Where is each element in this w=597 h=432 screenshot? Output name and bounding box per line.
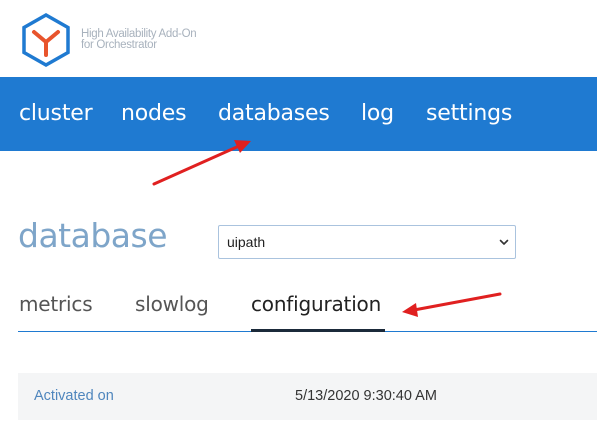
nav-item-databases[interactable]: databases: [218, 77, 330, 151]
brand-name: High Availability Add-On for Orchestrato…: [81, 28, 197, 51]
brand-logo: [18, 12, 74, 68]
nav-item-nodes[interactable]: nodes: [121, 77, 187, 151]
tab-slowlog[interactable]: slowlog: [135, 292, 209, 316]
config-value: 5/13/2020 9:30:40 AM: [295, 388, 437, 404]
active-tab-indicator: [251, 329, 385, 332]
database-select-value: uipath: [227, 234, 266, 250]
database-select[interactable]: uipath: [218, 225, 516, 259]
top-navbar: cluster nodes databases log settings: [0, 77, 597, 151]
hexagon-y-logo-icon: [22, 12, 70, 68]
nav-item-cluster[interactable]: cluster: [19, 77, 93, 151]
tab-configuration[interactable]: configuration: [251, 292, 381, 316]
table-row: Activated on 5/13/2020 9:30:40 AM: [18, 373, 597, 420]
brand-line-2: for Orchestrator: [81, 39, 157, 51]
page-title: database: [18, 216, 168, 255]
tab-metrics[interactable]: metrics: [19, 292, 93, 316]
nav-item-log[interactable]: log: [361, 77, 394, 151]
chevron-down-icon: [499, 239, 509, 245]
config-key: Activated on: [34, 388, 114, 404]
nav-item-settings[interactable]: settings: [426, 77, 512, 151]
arrow-to-configuration-icon: [402, 292, 502, 317]
